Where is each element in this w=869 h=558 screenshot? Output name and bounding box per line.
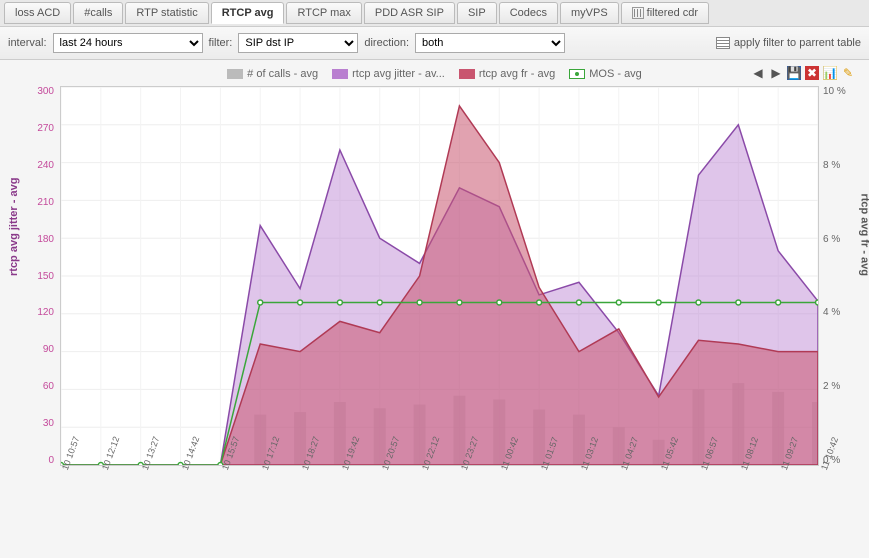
delete-icon[interactable]: ✖ — [805, 66, 819, 80]
tab-loss-acd[interactable]: loss ACD — [4, 2, 71, 24]
next-icon[interactable]: ▶ — [769, 66, 783, 80]
direction-label: direction: — [364, 37, 409, 49]
y-axis-left-ticks: 3002702402101801501209060300 — [22, 86, 54, 466]
chart-area: rtcp avg jitter - avg rtcp avg fr - avg … — [60, 86, 819, 516]
apply-filter-link[interactable]: apply filter to parrent table — [716, 37, 861, 49]
tab-pdd-asr-sip[interactable]: PDD ASR SIP — [364, 2, 455, 24]
tab--calls[interactable]: #calls — [73, 2, 123, 24]
chart-plot[interactable] — [60, 86, 819, 466]
chart-settings-icon[interactable]: 📊 — [823, 66, 837, 80]
filter-icon — [632, 7, 644, 19]
chart-toolbar: ◀ ▶ 💾 ✖ 📊 ✎ — [751, 66, 855, 80]
y-axis-left-label: rtcp avg jitter - avg — [8, 178, 20, 276]
tab-bar: loss ACD#callsRTP statisticRTCP avgRTCP … — [0, 0, 869, 26]
tab-rtp-statistic[interactable]: RTP statistic — [125, 2, 208, 24]
chart-container: ◀ ▶ 💾 ✖ 📊 ✎ # of calls - avg rtcp avg ji… — [0, 60, 869, 518]
tab-filtered-cdr[interactable]: filtered cdr — [621, 2, 709, 24]
edit-icon[interactable]: ✎ — [841, 66, 855, 80]
legend-swatch-fr — [459, 69, 475, 79]
interval-select[interactable]: last 24 hours — [53, 33, 203, 53]
table-icon — [716, 37, 730, 49]
tab-sip[interactable]: SIP — [457, 2, 497, 24]
direction-select[interactable]: both — [415, 33, 565, 53]
y-axis-right-ticks: 10 %8 %6 %4 %2 %0 % — [823, 86, 855, 466]
filter-bar: interval: last 24 hours filter: SIP dst … — [0, 26, 869, 60]
filter-select[interactable]: SIP dst IP — [238, 33, 358, 53]
tab-rtcp-max[interactable]: RTCP max — [286, 2, 361, 24]
tab-myvps[interactable]: myVPS — [560, 2, 619, 24]
interval-label: interval: — [8, 37, 47, 49]
prev-icon[interactable]: ◀ — [751, 66, 765, 80]
filter-label: filter: — [209, 37, 233, 49]
legend-swatch-mos — [569, 69, 585, 79]
tab-rtcp-avg[interactable]: RTCP avg — [211, 2, 285, 24]
legend-swatch-calls — [227, 69, 243, 79]
chart-legend: # of calls - avg rtcp avg jitter - av...… — [10, 66, 859, 86]
save-icon[interactable]: 💾 — [787, 66, 801, 80]
x-axis-ticks: 10 10:5710 12:1210 13:2710 14:4210 15:57… — [60, 468, 819, 518]
y-axis-right-label: rtcp avg fr - avg — [859, 194, 869, 277]
tab-codecs[interactable]: Codecs — [499, 2, 558, 24]
legend-swatch-jitter — [332, 69, 348, 79]
